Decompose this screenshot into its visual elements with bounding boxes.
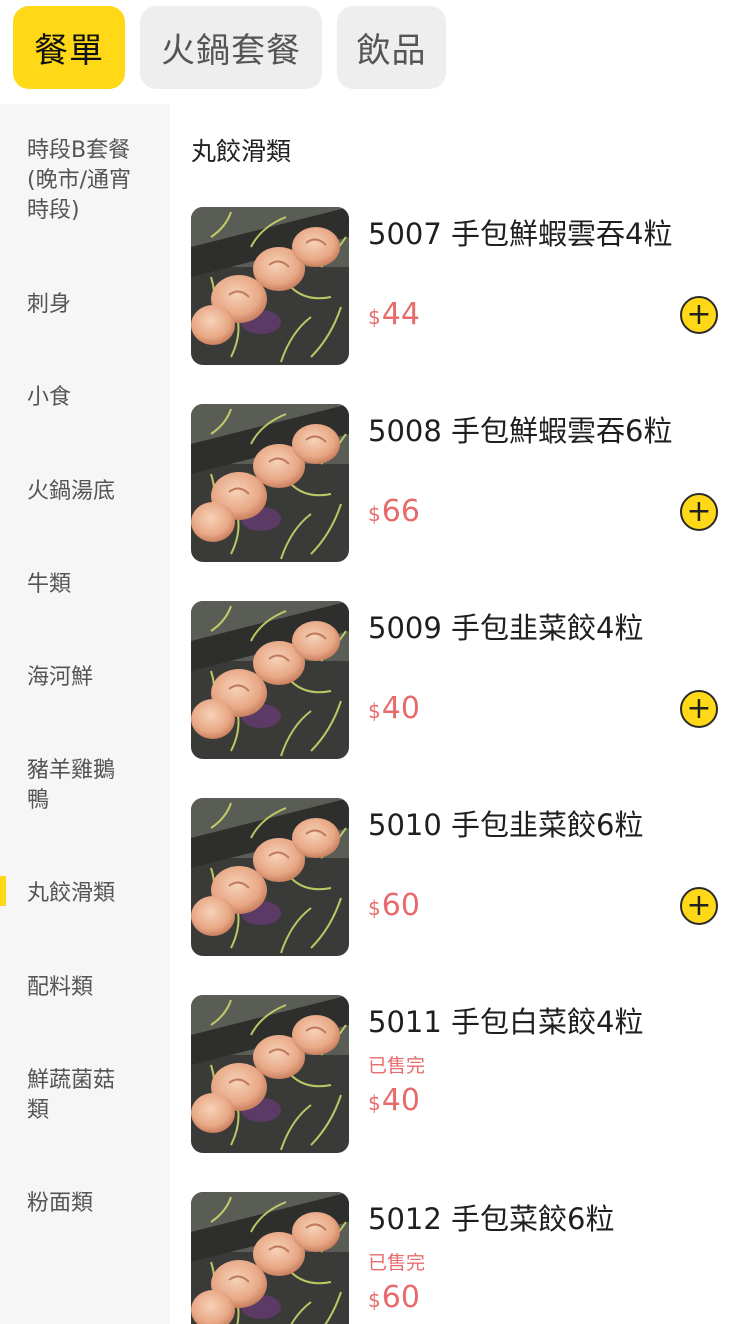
product-price: $60 [368,888,420,923]
product-card[interactable]: 5011 手包白菜餃4粒 已售完 $40 [191,995,739,1153]
product-name: 5009 手包韭菜餃4粒 [368,611,644,645]
sidebar-item-soup-base[interactable]: 火鍋湯底 [27,477,152,507]
product-name: 5011 手包白菜餃4粒 [368,1005,644,1039]
tab-hotpot-set[interactable]: 火鍋套餐 [140,6,322,89]
tab-drinks[interactable]: 飲品 [337,6,446,89]
plus-circle-icon[interactable]: + [680,690,718,728]
plus-circle-icon[interactable]: + [680,296,718,334]
tab-menu[interactable]: 餐單 [13,6,125,89]
sidebar-item-sashimi[interactable]: 刺身 [27,290,152,320]
product-price: $40 [368,1083,420,1118]
sidebar-item-period-b-set[interactable]: 時段B套餐(晚市/通宵時段) [27,136,152,226]
sidebar-item-meat-poultry[interactable]: 豬羊雞鵝鴨 [27,756,127,816]
sold-out-label: 已售完 [368,1252,426,1274]
product-price: $60 [368,1280,420,1315]
plus-circle-icon[interactable]: + [680,493,718,531]
product-name: 5010 手包韭菜餃6粒 [368,808,644,842]
product-card[interactable]: 5008 手包鮮蝦雲吞6粒 $66 + [191,404,739,562]
section-title: 丸餃滑類 [191,137,292,166]
product-price: $44 [368,297,420,332]
sidebar-item-vegetables-mushrooms[interactable]: 鮮蔬菌菇類 [27,1066,127,1126]
product-photo [191,798,349,956]
plus-circle-icon[interactable]: + [680,887,718,925]
sidebar-item-noodles[interactable]: 粉面類 [27,1189,152,1219]
product-name: 5007 手包鮮蝦雲吞4粒 [368,217,673,251]
sidebar-item-beef[interactable]: 牛類 [27,570,152,600]
sidebar-item-snacks[interactable]: 小食 [27,383,152,413]
product-name: 5012 手包菜餃6粒 [368,1202,615,1236]
selected-category-marker [0,876,6,906]
sidebar-item-dumplings[interactable]: 丸餃滑類 [27,879,152,909]
category-sidebar: 時段B套餐(晚市/通宵時段) 刺身 小食 火鍋湯底 牛類 海河鮮 豬羊雞鵝鴨 丸… [0,104,170,1324]
product-photo [191,601,349,759]
product-photo [191,404,349,562]
product-photo [191,207,349,365]
product-card[interactable]: 5010 手包韭菜餃6粒 $60 + [191,798,739,956]
sidebar-item-seafood[interactable]: 海河鮮 [27,663,152,693]
sold-out-label: 已售完 [368,1055,426,1077]
category-tab-bar: 餐單 火鍋套餐 飲品 [0,0,739,104]
product-name: 5008 手包鮮蝦雲吞6粒 [368,414,673,448]
product-price: $66 [368,494,420,529]
product-card[interactable]: 5009 手包韭菜餃4粒 $40 + [191,601,739,759]
product-photo [191,995,349,1153]
product-card[interactable]: 5012 手包菜餃6粒 已售完 $60 [191,1192,739,1324]
product-list: 丸餃滑類 5007 手包鮮蝦雲吞4粒 $44 + 5008 手包鮮蝦雲吞6粒 $… [170,104,739,1324]
product-photo [191,1192,349,1324]
product-card[interactable]: 5007 手包鮮蝦雲吞4粒 $44 + [191,207,739,365]
product-price: $40 [368,691,420,726]
sidebar-item-sides[interactable]: 配料類 [27,973,152,1003]
